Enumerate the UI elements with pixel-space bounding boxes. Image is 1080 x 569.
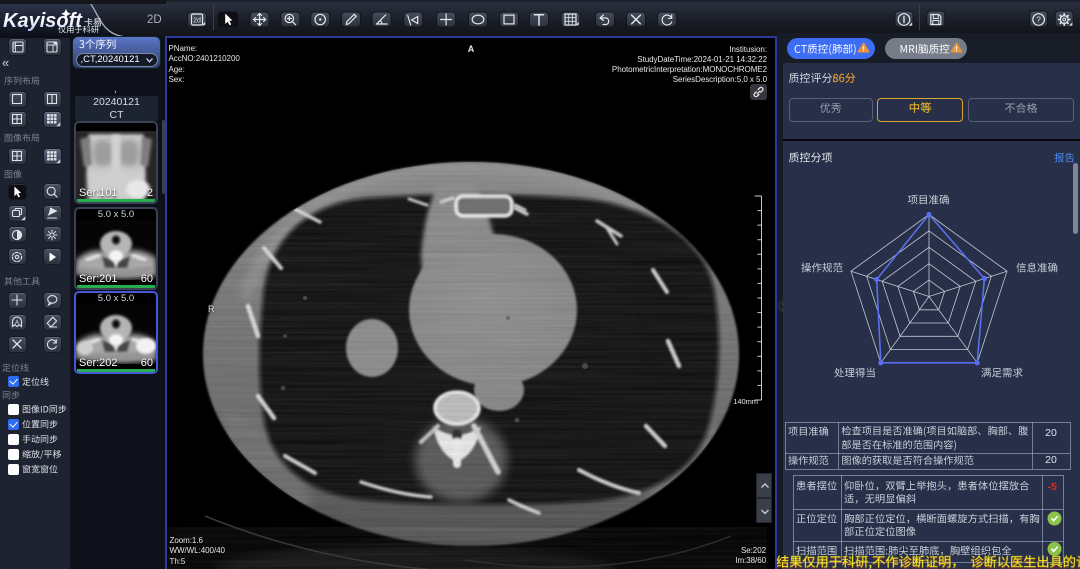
svg-text:2d: 2d [193, 18, 201, 25]
svg-text:?: ? [1036, 15, 1041, 24]
svg-text:2D: 2D [147, 14, 162, 26]
svg-text:A: A [15, 321, 19, 327]
